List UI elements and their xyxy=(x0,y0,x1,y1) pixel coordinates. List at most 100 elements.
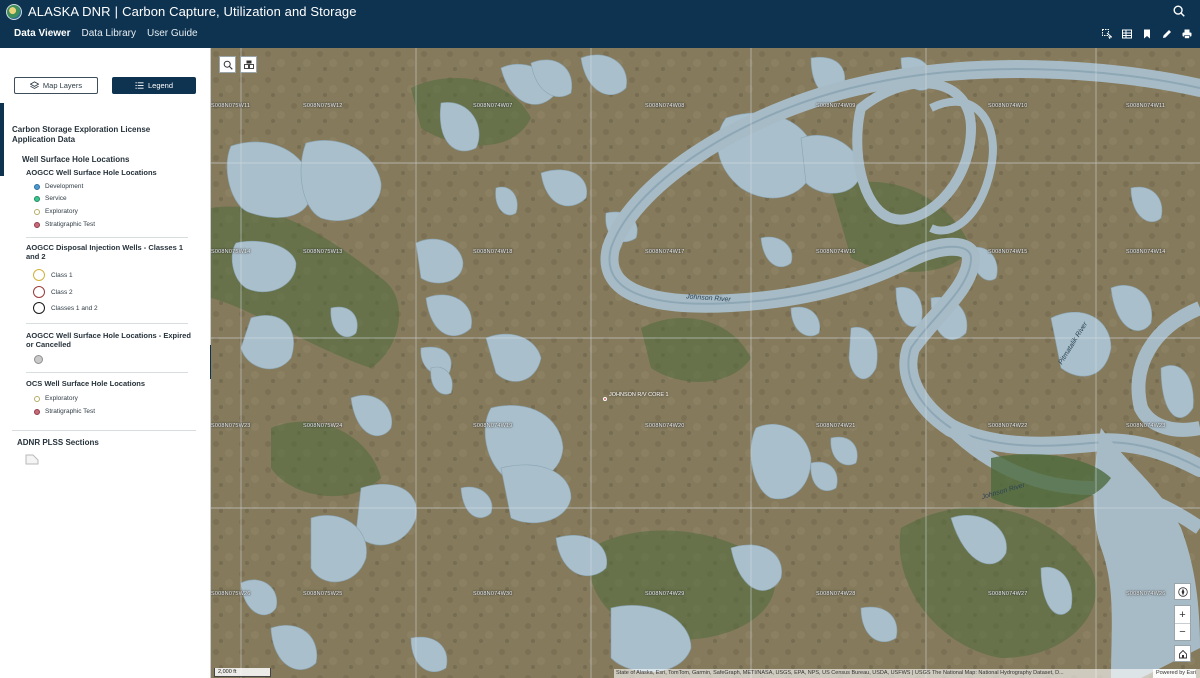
section-label: S008N075W23 xyxy=(211,423,251,429)
scale-bar: 2,000 ft xyxy=(214,668,271,677)
search-icon[interactable] xyxy=(1172,4,1188,20)
zoom-controls: + − xyxy=(1174,605,1191,641)
plss-polygon-icon xyxy=(25,454,39,465)
section-label: S008N075W12 xyxy=(303,103,343,109)
legend-button[interactable]: Legend xyxy=(112,77,196,94)
expired-symbol xyxy=(34,355,43,364)
zoom-out-button[interactable]: − xyxy=(1175,623,1190,640)
powered-by-esri[interactable]: Powered by Esri xyxy=(1152,669,1196,678)
class-2-label: Class 2 xyxy=(51,289,73,296)
ocs-wells-title: OCS Well Surface Hole Locations xyxy=(26,379,146,388)
ocs-exploratory-label: Exploratory xyxy=(45,395,78,402)
section-label: S008N075W11 xyxy=(211,103,251,109)
basemap-icon xyxy=(243,60,254,69)
section-label: S008N074W26 xyxy=(1126,591,1166,597)
section-label: S008N075W24 xyxy=(303,423,343,429)
active-group-indicator xyxy=(0,103,4,176)
section-label: S008N074W11 xyxy=(1126,103,1166,109)
ocs-exploratory-symbol xyxy=(34,396,40,402)
class-1-label: Class 1 xyxy=(51,272,73,279)
divider xyxy=(26,372,188,373)
ocs-stratigraphic-label: Stratigraphic Test xyxy=(45,408,96,415)
divider xyxy=(26,237,188,238)
well-label: JOHNSON R/V CORE 1 xyxy=(609,392,669,398)
section-label: S008N074W08 xyxy=(645,103,685,109)
expired-wells-title: AOGCC Well Surface Hole Locations - Expi… xyxy=(26,331,191,349)
classes-1-and-2-symbol xyxy=(33,302,45,314)
home-icon xyxy=(1178,649,1187,658)
section-label: S008N074W09 xyxy=(816,103,856,109)
exploratory-symbol xyxy=(34,209,40,215)
plss-title: ADNR PLSS Sections xyxy=(17,438,99,447)
org-name: ALASKA DNR xyxy=(28,4,111,19)
header-toolbar xyxy=(1102,29,1192,39)
layers-icon xyxy=(29,81,39,89)
main-nav: Data Viewer Data Library User Guide xyxy=(14,28,198,39)
nav-user-guide[interactable]: User Guide xyxy=(147,28,198,39)
app-title: ALASKA DNR | Carbon Capture, Utilization a… xyxy=(28,4,357,19)
satellite-imagery xyxy=(211,48,1200,678)
section-label: S008N074W18 xyxy=(473,249,513,255)
home-button[interactable] xyxy=(1174,645,1191,662)
well-group-title: Well Surface Hole Locations xyxy=(22,155,130,164)
service-symbol xyxy=(34,196,40,202)
title-separator: | xyxy=(114,4,119,19)
class-2-symbol xyxy=(33,286,45,298)
section-label: S008N074W22 xyxy=(988,423,1028,429)
divider xyxy=(12,430,196,431)
development-symbol xyxy=(34,184,40,190)
app-name: Carbon Capture, Utilization and Storage xyxy=(122,4,357,19)
section-label: S008N075W26 xyxy=(211,591,251,597)
nav-data-library[interactable]: Data Library xyxy=(82,28,136,39)
compass-icon xyxy=(1177,586,1188,597)
section-label: S008N074W21 xyxy=(816,423,856,429)
legend-list-icon xyxy=(135,82,144,89)
stratigraphic-test-label: Stratigraphic Test xyxy=(45,221,96,228)
development-label: Development xyxy=(45,183,84,190)
disposal-wells-title: AOGCC Disposal Injection Wells - Classes… xyxy=(26,243,183,261)
section-label: S008N074W16 xyxy=(816,249,856,255)
section-label: S008N074W07 xyxy=(473,103,513,109)
map-attribution: State of Alaska, Esri, TomTom, Garmin, S… xyxy=(614,669,1200,678)
section-label: S008N074W28 xyxy=(816,591,856,597)
section-label: S008N074W30 xyxy=(473,591,513,597)
exploratory-label: Exploratory xyxy=(45,208,78,215)
map-search-button[interactable] xyxy=(219,56,236,73)
basemap-gallery-button[interactable] xyxy=(240,56,257,73)
zoom-in-button[interactable]: + xyxy=(1175,606,1190,623)
legend-label: Legend xyxy=(147,81,174,90)
nav-data-viewer[interactable]: Data Viewer xyxy=(14,28,71,39)
app-header: ALASKA DNR | Carbon Capture, Utilization a… xyxy=(0,0,1200,48)
section-label: S008N074W10 xyxy=(988,103,1028,109)
attribution-text: State of Alaska, Esri, TomTom, Garmin, S… xyxy=(616,670,1064,676)
legend-group-title: Carbon Storage Exploration License Appli… xyxy=(12,125,151,144)
section-label: S008N075W25 xyxy=(303,591,343,597)
section-label: S008N074W23 xyxy=(1126,423,1166,429)
section-label: S008N074W19 xyxy=(473,423,513,429)
ocs-stratigraphic-symbol xyxy=(34,409,40,415)
section-label: S008N074W14 xyxy=(1126,249,1166,255)
draw-icon[interactable] xyxy=(1162,29,1172,39)
section-label: S008N075W14 xyxy=(211,249,251,255)
map-layers-button[interactable]: Map Layers xyxy=(14,77,98,94)
classes-1-and-2-label: Classes 1 and 2 xyxy=(51,305,98,312)
bookmark-icon[interactable] xyxy=(1142,29,1152,39)
stratigraphic-test-symbol xyxy=(34,222,40,228)
section-label: S008N074W29 xyxy=(645,591,685,597)
map-view[interactable]: S008N075W11 S008N075W12 S008N074W07 S008… xyxy=(211,48,1200,678)
compass-button[interactable] xyxy=(1174,583,1191,600)
section-label: S008N074W20 xyxy=(645,423,685,429)
class-1-symbol xyxy=(33,269,45,281)
stratigraphic-test-well-marker[interactable] xyxy=(603,397,607,401)
print-icon[interactable] xyxy=(1182,29,1192,39)
table-icon[interactable] xyxy=(1122,29,1132,39)
section-label: S008N075W13 xyxy=(303,249,343,255)
select-icon[interactable] xyxy=(1102,29,1112,39)
alaska-dnr-logo xyxy=(6,4,22,20)
section-label: S008N074W27 xyxy=(988,591,1028,597)
service-label: Service xyxy=(45,195,67,202)
divider xyxy=(26,323,188,324)
map-layers-label: Map Layers xyxy=(42,81,83,90)
section-label: S008N074W17 xyxy=(645,249,685,255)
search-icon xyxy=(223,60,233,70)
